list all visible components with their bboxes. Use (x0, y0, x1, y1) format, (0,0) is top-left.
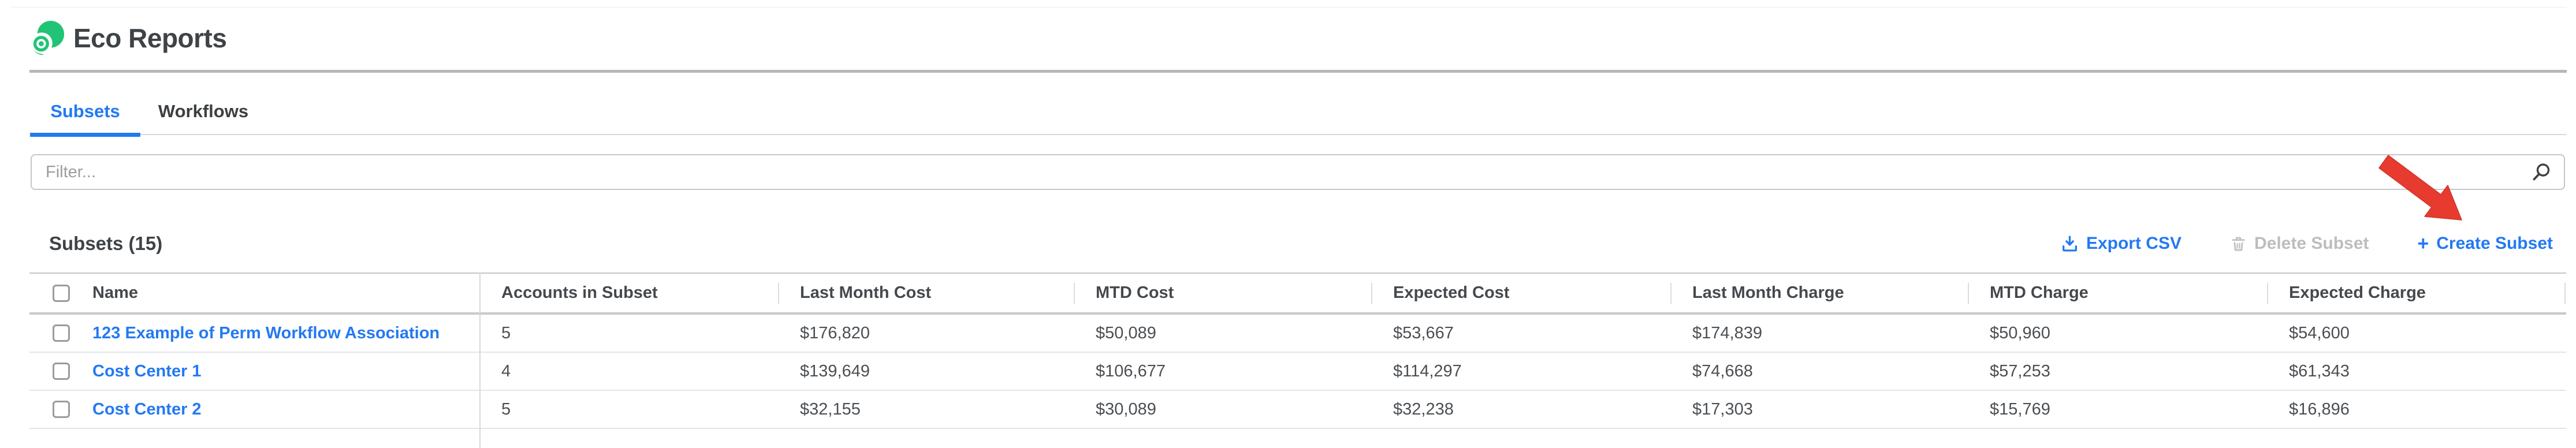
cell-accounts-in-subset: 5 (479, 315, 778, 352)
table-row: 123 Example of Perm Workflow Association… (29, 315, 2566, 353)
search-icon (2532, 162, 2551, 182)
section-title: Subsets (15) (49, 233, 162, 255)
cell-expected-cost: $114,297 (1371, 353, 1670, 390)
create-subset-label: Create Subset (2436, 234, 2553, 253)
subset-name-link[interactable]: 123 Example of Perm Workflow Association (92, 324, 440, 343)
cell-mtd-cost: $30,089 (1074, 391, 1371, 428)
row-checkbox[interactable] (53, 324, 70, 342)
cell-last-month-cost: $139,649 (778, 353, 1074, 390)
cell-accounts-in-subset: 4 (479, 353, 778, 390)
cell-expected-cost: $32,238 (1371, 391, 1670, 428)
subsets-table: Name Accounts in Subset Last Month Cost … (29, 272, 2566, 448)
subset-name-link[interactable]: Cost Center 2 (92, 400, 202, 419)
section-row: Subsets (15) Export CSV (29, 229, 2567, 259)
header-expected-cost[interactable]: Expected Cost (1371, 274, 1670, 312)
eco-spiral-logo-icon (29, 20, 65, 56)
table-filler-row (29, 429, 2566, 445)
table-row: Cost Center 2 5 $32,155 $30,089 $32,238 … (29, 391, 2566, 429)
table-header-row: Name Accounts in Subset Last Month Cost … (29, 272, 2566, 315)
header-expected-charge[interactable]: Expected Charge (2267, 274, 2566, 312)
cell-mtd-cost: $50,089 (1074, 315, 1371, 352)
filter-bar (31, 154, 2565, 190)
export-csv-label: Export CSV (2086, 234, 2182, 253)
header-last-month-charge[interactable]: Last Month Charge (1670, 274, 1968, 312)
toolbar: Export CSV Delete Subset + Create Subset (2061, 229, 2553, 259)
header-mtd-charge[interactable]: MTD Charge (1968, 274, 2267, 312)
cell-last-month-charge: $74,668 (1670, 353, 1968, 390)
plus-icon: + (2417, 234, 2429, 253)
cell-last-month-charge: $174,839 (1670, 315, 1968, 352)
delete-subset-label: Delete Subset (2254, 234, 2369, 253)
row-checkbox[interactable] (53, 401, 70, 418)
download-icon (2061, 235, 2079, 253)
tab-subsets[interactable]: Subsets (30, 88, 140, 135)
cell-mtd-cost: $106,677 (1074, 353, 1371, 390)
filter-input[interactable] (31, 154, 2565, 190)
cell-last-month-charge: $17,303 (1670, 391, 1968, 428)
create-subset-button[interactable]: + Create Subset (2417, 234, 2553, 253)
subset-name-link[interactable]: Cost Center 1 (92, 362, 202, 381)
cell-name: Cost Center 2 (29, 391, 479, 428)
cell-name: Cost Center 1 (29, 353, 479, 390)
row-checkbox[interactable] (53, 363, 70, 380)
header-last-month-cost[interactable]: Last Month Cost (778, 274, 1074, 312)
active-tab-underline (30, 133, 140, 137)
cell-expected-charge: $61,343 (2267, 353, 2566, 390)
select-all-checkbox[interactable] (53, 285, 70, 302)
cell-mtd-charge: $15,769 (1968, 391, 2267, 428)
cell-expected-charge: $16,896 (2267, 391, 2566, 428)
cell-mtd-charge: $50,960 (1968, 315, 2267, 352)
header-accounts-in-subset[interactable]: Accounts in Subset (479, 274, 778, 312)
export-csv-button[interactable]: Export CSV (2061, 234, 2182, 253)
cell-last-month-cost: $32,155 (778, 391, 1074, 428)
eco-reports-page: Eco Reports Subsets Workflows Subsets (1… (0, 0, 2576, 448)
page-title: Eco Reports (73, 23, 226, 54)
header-mtd-cost[interactable]: MTD Cost (1074, 274, 1371, 312)
tab-bar: Subsets Workflows (30, 88, 2567, 135)
cell-expected-cost: $53,667 (1371, 315, 1670, 352)
cell-expected-charge: $54,600 (2267, 315, 2566, 352)
panel-top-border (10, 7, 2567, 8)
tab-workflows[interactable]: Workflows (140, 88, 266, 135)
header-name: Name (29, 274, 479, 312)
name-column-divider (479, 272, 481, 448)
header-divider (29, 70, 2567, 73)
cell-name: 123 Example of Perm Workflow Association (29, 315, 479, 352)
cell-last-month-cost: $176,820 (778, 315, 1074, 352)
app-header: Eco Reports (29, 17, 226, 59)
delete-subset-button[interactable]: Delete Subset (2230, 234, 2369, 253)
cell-mtd-charge: $57,253 (1968, 353, 2267, 390)
header-name-label[interactable]: Name (92, 283, 138, 303)
trash-icon (2230, 236, 2247, 252)
table-body: 123 Example of Perm Workflow Association… (29, 315, 2566, 429)
tab-bar-border (30, 134, 2567, 135)
cell-accounts-in-subset: 5 (479, 391, 778, 428)
table-row: Cost Center 1 4 $139,649 $106,677 $114,2… (29, 353, 2566, 391)
